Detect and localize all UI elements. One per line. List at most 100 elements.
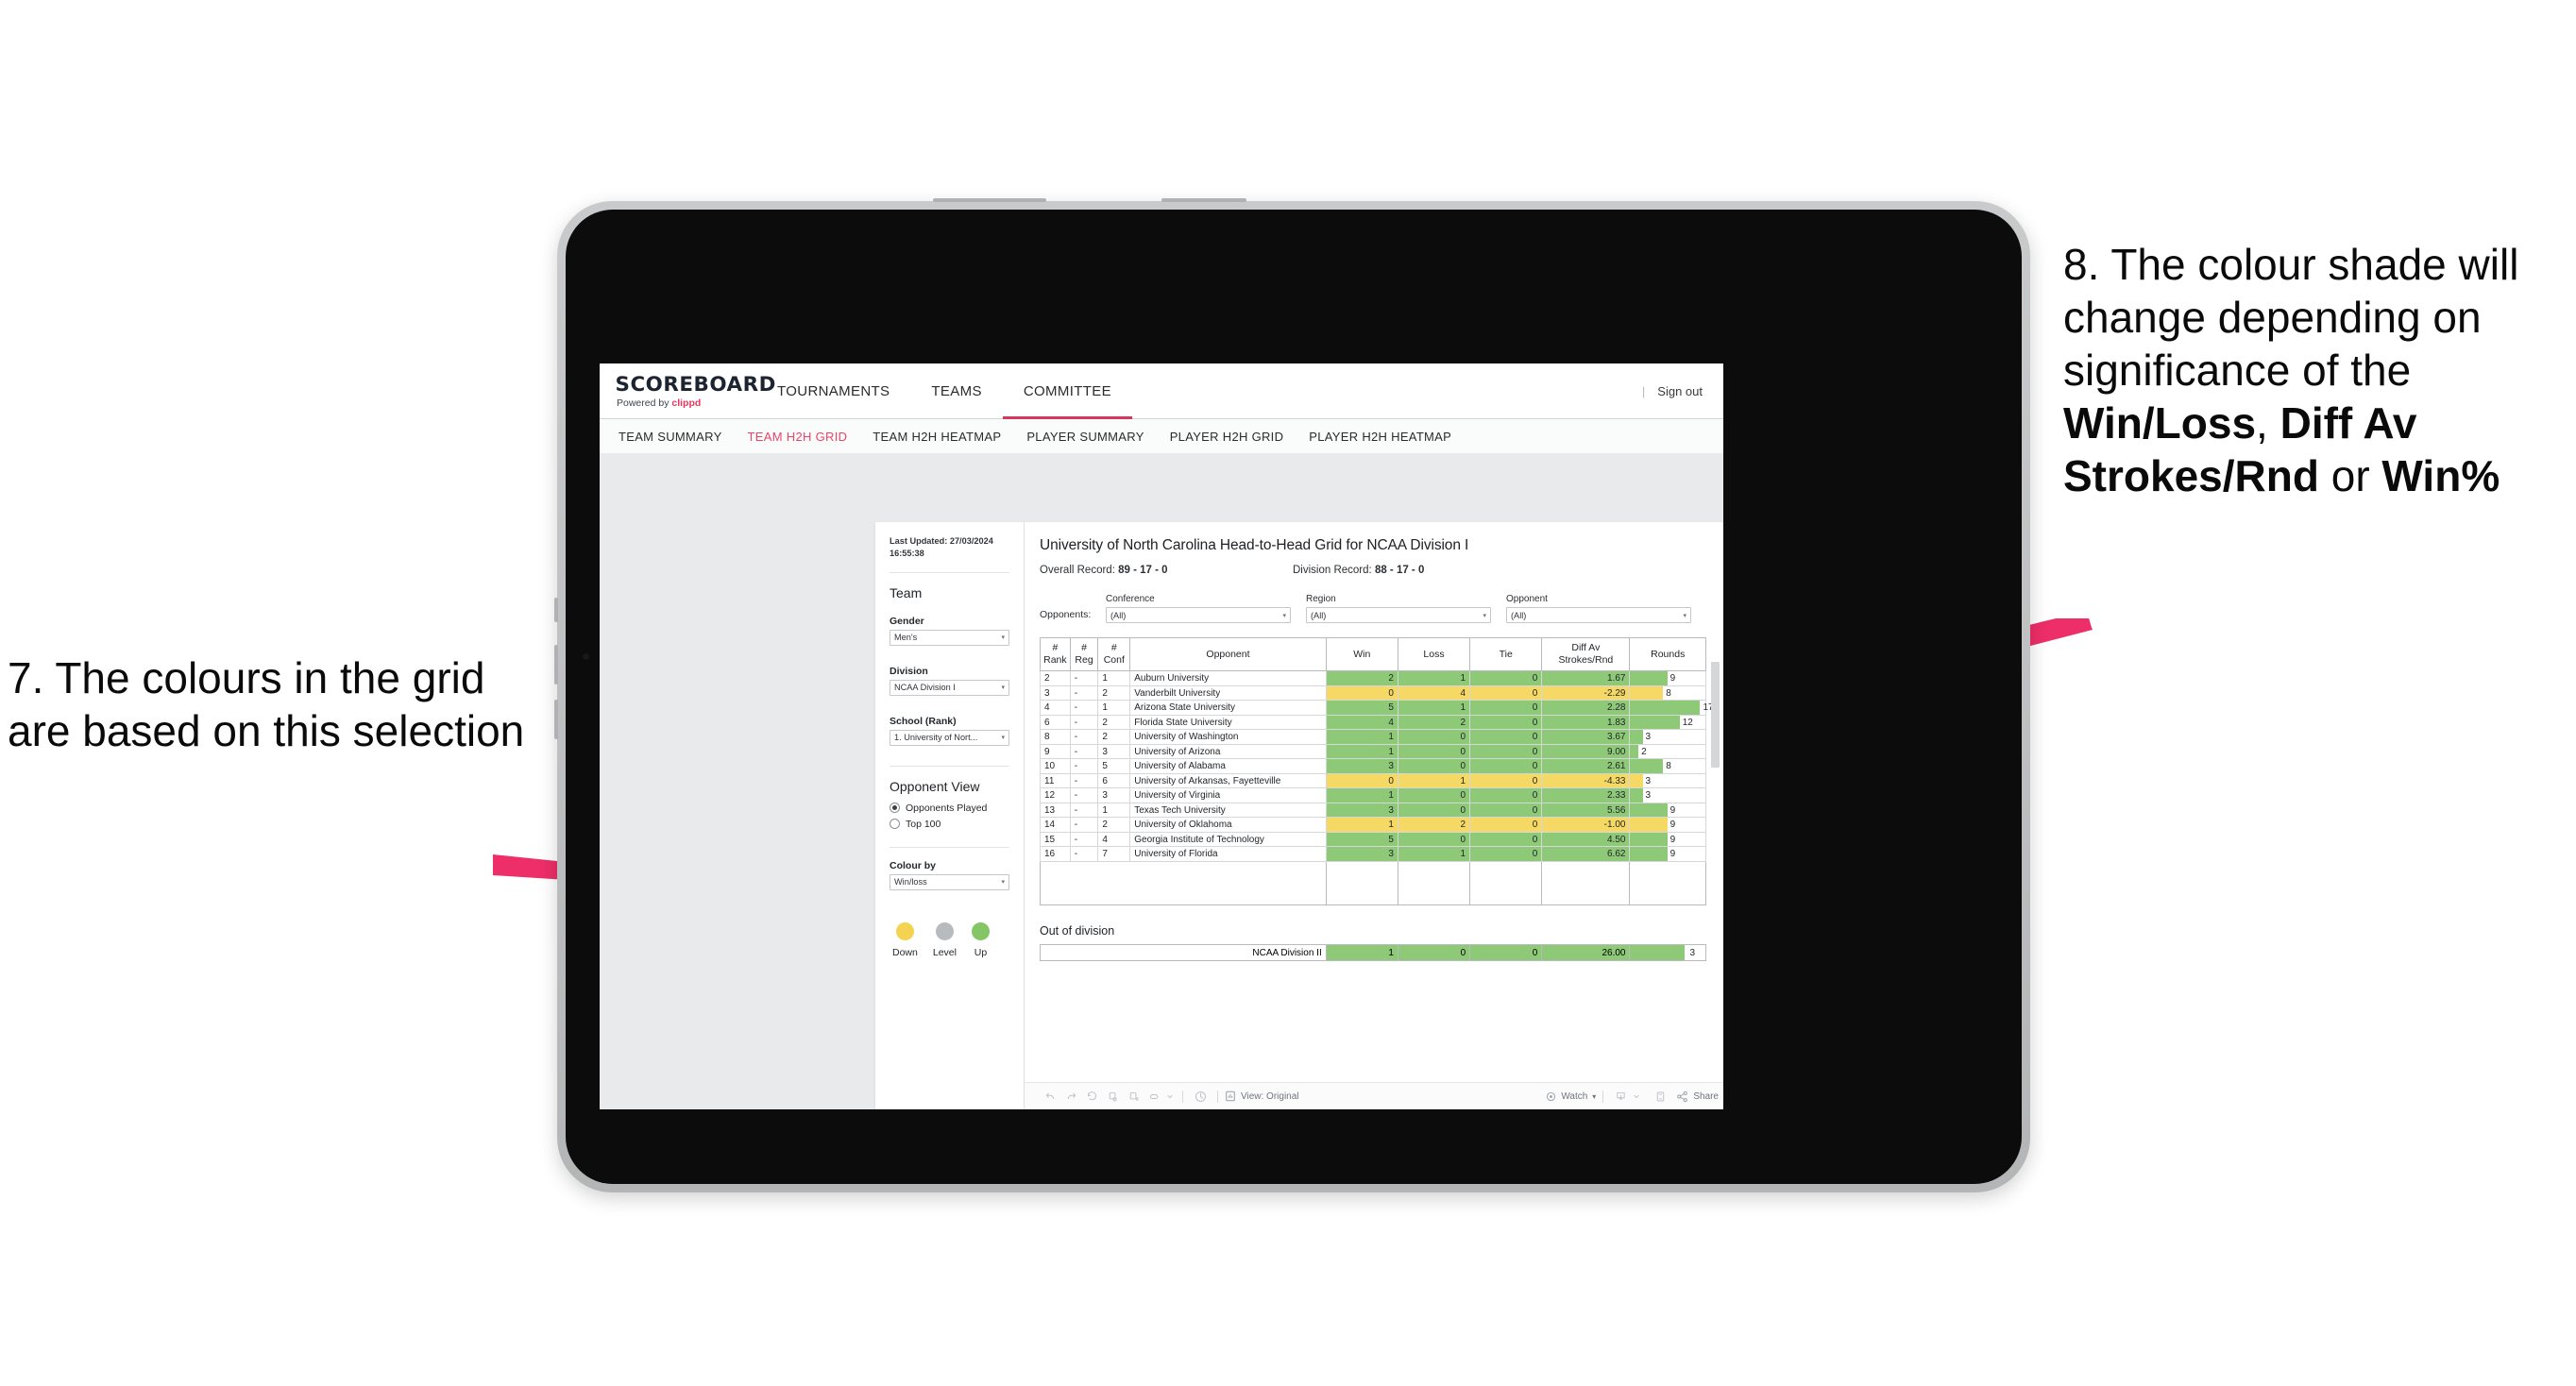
cell-conf: 1 [1097, 802, 1131, 819]
annotation-7: 7. The colours in the grid are based on … [8, 651, 536, 757]
view-original-button[interactable]: View: Original [1225, 1090, 1299, 1102]
filter-sidebar: Last Updated: 27/03/2024 16:55:38 Team G… [875, 522, 1025, 1109]
cell-rank: 11 [1040, 772, 1071, 789]
subnav-player-summary[interactable]: PLAYER SUMMARY [1026, 430, 1144, 444]
redo-icon[interactable] [1060, 1088, 1081, 1105]
refresh-icon[interactable] [1102, 1088, 1123, 1105]
table-row[interactable]: 16-7 University of Florida 3 1 0 6.62 9 [1040, 846, 1706, 862]
cell-ood-tie: 0 [1469, 944, 1543, 962]
table-row[interactable]: 10-5 University of Alabama 3 0 0 2.61 8 [1040, 758, 1706, 774]
share-button[interactable]: Share [1676, 1090, 1719, 1103]
cell-conf: 5 [1097, 758, 1131, 774]
signout-separator: | [1641, 383, 1646, 398]
radio-opponents-played[interactable]: Opponents Played [890, 803, 1009, 814]
cell-reg: - [1069, 700, 1099, 716]
subnav-player-h2h-grid[interactable]: PLAYER H2H GRID [1170, 430, 1284, 444]
rounds-value: 3 [1645, 732, 1652, 742]
nav-teams[interactable]: TEAMS [910, 363, 1002, 418]
app-logo[interactable]: SCOREBOARD Powered by clippd [600, 363, 776, 418]
subnav-player-h2h-heatmap[interactable]: PLAYER H2H HEATMAP [1309, 430, 1451, 444]
download-icon[interactable] [1610, 1088, 1631, 1105]
table-row[interactable]: 12-3 University of Virginia 1 0 0 2.33 3 [1040, 787, 1706, 803]
watch-label: Watch [1561, 1090, 1588, 1102]
school-label: School (Rank) [890, 715, 957, 727]
subnav-team-summary[interactable]: TEAM SUMMARY [619, 430, 722, 444]
cell-opponent: University of Arkansas, Fayetteville [1129, 772, 1327, 789]
sign-out-link[interactable]: Sign out [1657, 384, 1703, 398]
chevron-down-icon[interactable] [1631, 1088, 1641, 1105]
chevron-down-icon[interactable] [1164, 1088, 1176, 1105]
cell-rounds: 9 [1629, 831, 1706, 848]
grid-body: 2-1 Auburn University 2 1 0 1.67 9 3-2 Vanderbil… [1040, 670, 1714, 906]
radio-top-100[interactable]: Top 100 [890, 819, 1009, 830]
records-row: Overall Record: 89 - 17 - 0 Division Rec… [1040, 565, 1723, 576]
cell-tie: 0 [1469, 685, 1543, 701]
subnav-team-h2h-grid[interactable]: TEAM H2H GRID [748, 430, 848, 444]
cell-reg: - [1069, 743, 1099, 760]
table-row[interactable]: 3-2 Vanderbilt University 0 4 0 -2.29 8 [1040, 685, 1706, 701]
nav-committee[interactable]: COMMITTEE [1002, 363, 1133, 419]
watch-button[interactable]: Watch ▾ [1546, 1091, 1596, 1102]
logo-tagline-prefix: Powered by [617, 397, 672, 409]
annotation-8: 8. The colour shade will change dependin… [2063, 238, 2573, 503]
revert-icon[interactable] [1081, 1088, 1102, 1105]
pause-auto-update-icon[interactable] [1190, 1088, 1211, 1105]
cell-diff-av-strokes: 6.62 [1541, 846, 1631, 862]
highlight-icon[interactable] [1144, 1088, 1164, 1105]
fullscreen-icon[interactable] [1650, 1088, 1670, 1105]
cell-opponent: Vanderbilt University [1129, 685, 1327, 701]
division-record-value: 88 - 17 - 0 [1374, 565, 1425, 576]
table-row[interactable]: 6-2 Florida State University 4 2 0 1.83 12 [1040, 714, 1706, 731]
cell-ood-loss: 0 [1397, 944, 1471, 962]
table-row[interactable]: 11-6 University of Arkansas, Fayetteville… [1040, 772, 1706, 789]
subnav-team-h2h-heatmap[interactable]: TEAM H2H HEATMAP [873, 430, 1001, 444]
colour-by-select[interactable]: Win/loss ▾ [890, 873, 1009, 890]
legend-item-level: Level [933, 921, 957, 958]
table-row[interactable]: 15-4 Georgia Institute of Technology 5 0 0 4.… [1040, 831, 1706, 848]
conference-filter: Conference (All) ▾ [1106, 594, 1291, 623]
table-row[interactable]: 13-1 Texas Tech University 3 0 0 5.56 9 [1040, 802, 1706, 819]
rounds-value: 9 [1669, 849, 1676, 859]
cell-tie: 0 [1469, 772, 1543, 789]
signout-area: | Sign out [1642, 363, 1723, 418]
chevron-down-icon: ▾ [1592, 1091, 1597, 1101]
table-row[interactable]: 9-3 University of Arizona 1 0 0 9.00 2 [1040, 743, 1706, 760]
school-select[interactable]: 1. University of Nort... ▾ [890, 729, 1009, 746]
table-row[interactable]: 2-1 Auburn University 2 1 0 1.67 9 [1040, 670, 1706, 686]
cell-rank: 8 [1040, 729, 1071, 745]
table-row[interactable]: 4-1 Arizona State University 5 1 0 2.28 17 [1040, 700, 1714, 716]
cell-reg: - [1069, 758, 1099, 774]
cell-rank: 10 [1040, 758, 1071, 774]
cell-reg: - [1069, 846, 1099, 862]
division-field: Division NCAA Division I ▾ [890, 666, 1009, 696]
cell-tie: 0 [1469, 670, 1543, 686]
division-select[interactable]: NCAA Division I ▾ [890, 679, 1009, 696]
region-filter-select[interactable]: (All) ▾ [1306, 607, 1491, 623]
pause-refresh-icon[interactable] [1123, 1088, 1144, 1105]
cell-rank: 16 [1040, 846, 1071, 862]
colour-by-value: Win/loss [894, 877, 927, 887]
conference-filter-select[interactable]: (All) ▾ [1106, 607, 1291, 623]
table-blank-row [1040, 890, 1706, 906]
cell-diff-av-strokes: 1.83 [1541, 714, 1631, 731]
nav-tournaments[interactable]: TOURNAMENTS [756, 363, 910, 418]
undo-icon[interactable] [1040, 1088, 1060, 1105]
tablet-top-button [933, 198, 1046, 202]
opponent-filter-select[interactable]: (All) ▾ [1506, 607, 1691, 623]
legend-dot-up [971, 921, 990, 940]
cell-conf: 3 [1097, 787, 1131, 803]
tablet-device: SCOREBOARD Powered by clippd TOURNAMENTS… [554, 198, 2030, 1192]
cell-reg: - [1069, 831, 1099, 848]
cell-rounds: 9 [1629, 802, 1706, 819]
grid-vertical-scrollbar[interactable] [1711, 662, 1720, 768]
rounds-value: 9 [1669, 804, 1676, 816]
table-row[interactable]: 8-2 University of Washington 1 0 0 3.67 3 [1040, 729, 1706, 745]
table-row[interactable]: 14-2 University of Oklahoma 1 2 0 -1.00 9 [1040, 817, 1706, 833]
cell-loss: 0 [1397, 729, 1471, 745]
gender-select[interactable]: Men's ▾ [890, 629, 1009, 646]
col-conf: # Conf [1097, 636, 1131, 672]
out-of-division-row[interactable]: NCAA Division II 1 0 0 26.00 3 [1040, 944, 1706, 962]
cell-diff-av-strokes: 3.67 [1541, 729, 1631, 745]
cell-reg: - [1069, 802, 1099, 819]
chevron-down-icon: ▾ [1001, 879, 1005, 887]
